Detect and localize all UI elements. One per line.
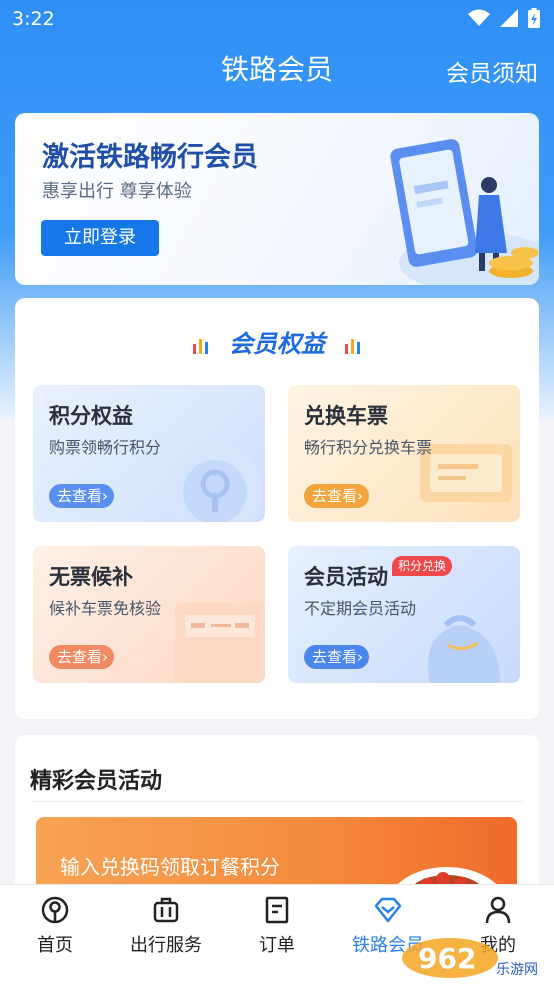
order-document-icon xyxy=(265,896,289,924)
decor-bars-icon xyxy=(192,339,208,354)
status-bar: 3:22 xyxy=(0,0,554,38)
points-exchange-tag: 积分兑换 xyxy=(392,556,453,576)
member-activity-tile[interactable]: 积分兑换 会员活动 不定期会员活动 去查看› xyxy=(288,546,520,683)
banner-subtitle: 惠享出行 尊享体验 xyxy=(42,181,192,202)
watermark-site: 乐游网 xyxy=(496,962,538,978)
benefits-heading: 会员权益 xyxy=(15,324,539,359)
wifi-icon xyxy=(468,9,490,26)
diamond-icon xyxy=(374,897,402,923)
view-button-label: 去查看 xyxy=(57,487,103,505)
view-button-label: 去查看 xyxy=(57,648,103,666)
site-watermark: 962 乐游网 xyxy=(400,932,550,982)
points-benefit-tile[interactable]: 积分权益 购票领畅行积分 去查看› xyxy=(33,385,265,522)
view-button[interactable]: 去查看› xyxy=(49,484,115,508)
view-button[interactable]: 去查看› xyxy=(304,484,370,508)
battery-icon xyxy=(528,8,540,28)
navigation-bar: 铁路会员 会员须知 xyxy=(0,38,554,98)
view-button-label: 去查看 xyxy=(312,648,358,666)
chevron-right-icon: › xyxy=(357,487,364,505)
status-icons xyxy=(468,8,540,28)
railway-logo-icon xyxy=(41,896,69,924)
benefits-title: 会员权益 xyxy=(229,330,325,358)
tab-travel-services[interactable]: 出行服务 xyxy=(111,885,221,984)
decor-bars-icon xyxy=(345,339,361,354)
view-button[interactable]: 去查看› xyxy=(49,645,115,669)
tile-subtitle: 畅行积分兑换车票 xyxy=(304,438,433,457)
tab-orders[interactable]: 订单 xyxy=(222,885,332,984)
waitlist-tile[interactable]: 无票候补 候补车票免核验 去查看› xyxy=(33,546,265,683)
tile-title: 兑换车票 xyxy=(304,404,388,428)
tile-subtitle: 不定期会员活动 xyxy=(304,599,417,618)
activate-member-banner: 激活铁路畅行会员 惠享出行 尊享体验 立即登录 xyxy=(15,113,539,285)
exchange-ticket-tile[interactable]: 兑换车票 畅行积分兑换车票 去查看› xyxy=(288,385,520,522)
banner-title: 激活铁路畅行会员 xyxy=(42,142,258,173)
watermark-logo-icon: 962 乐游网 xyxy=(402,938,538,978)
tab-home[interactable]: 首页 xyxy=(0,885,110,984)
tile-title: 无票候补 xyxy=(49,565,133,589)
member-benefits-card: 会员权益 积分权益 购票领畅行积分 去查看› 兑换车票 畅行积分兑换车票 去查看… xyxy=(15,298,539,719)
divider xyxy=(30,801,524,802)
chevron-right-icon: › xyxy=(102,648,109,666)
chevron-right-icon: › xyxy=(357,648,364,666)
chevron-right-icon: › xyxy=(102,487,109,505)
phone-illustration-icon xyxy=(390,139,539,285)
view-button[interactable]: 去查看› xyxy=(304,645,370,669)
member-notice-link[interactable]: 会员须知 xyxy=(446,54,538,88)
login-button[interactable]: 立即登录 xyxy=(41,220,159,256)
tab-label: 首页 xyxy=(37,935,73,956)
tile-subtitle: 购票领畅行积分 xyxy=(49,438,162,457)
tile-title: 积分权益 xyxy=(49,404,133,428)
activities-title: 精彩会员活动 xyxy=(30,769,163,794)
tile-subtitle: 候补车票免核验 xyxy=(49,599,162,618)
tab-label: 出行服务 xyxy=(130,935,202,956)
watermark-number: 962 xyxy=(418,942,476,975)
status-time: 3:22 xyxy=(12,8,55,30)
tab-label: 订单 xyxy=(259,935,295,956)
luggage-icon xyxy=(153,897,179,923)
view-button-label: 去查看 xyxy=(312,487,358,505)
banner-text: 输入兑换码领取订餐积分 xyxy=(60,855,280,879)
signal-icon xyxy=(500,9,518,27)
tile-title: 会员活动 xyxy=(304,565,388,589)
user-icon xyxy=(485,896,511,924)
